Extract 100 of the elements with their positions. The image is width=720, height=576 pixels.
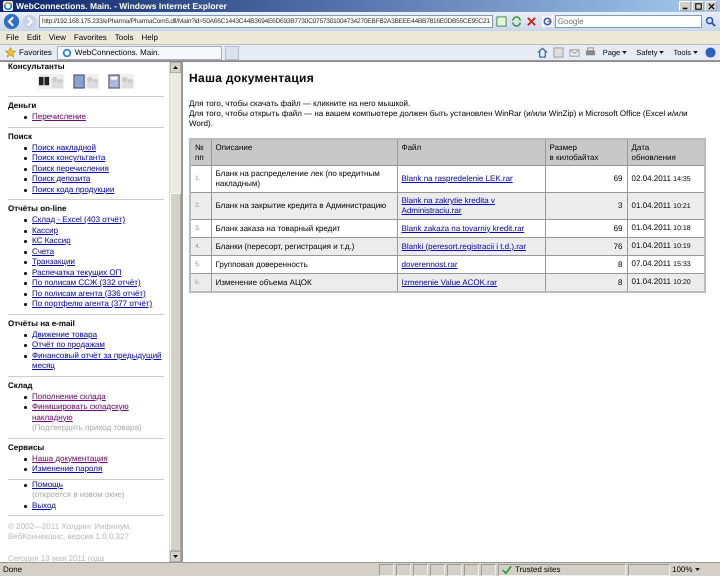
status-panel [413,564,428,576]
bullet-icon [24,344,27,347]
bullet-icon [24,334,27,336]
close-button[interactable] [705,1,717,11]
zoom-button[interactable]: 100% [672,565,717,574]
sidebar-link[interactable]: Финишировать складскую накладную [32,402,164,423]
close-icon [708,2,714,10]
sidebar-link[interactable]: Поиск консультанта [32,153,106,164]
bullet-icon [24,396,27,398]
sidebar-link[interactable]: Перечисление [32,112,86,122]
sidebar-link[interactable]: Наша документация [32,454,108,464]
calculator-people-icon[interactable] [108,74,134,89]
description-cell: Бланки (пересорт, регистрация и т.д.) [211,238,397,256]
size-cell: 3 [545,192,627,220]
sidebar-link[interactable]: По портфелю агента (377 отчёт) [32,299,152,310]
menu-item[interactable]: View [44,33,70,42]
compatibility-button[interactable] [494,15,508,28]
menu-item[interactable]: Help [137,33,162,42]
sidebar-link[interactable]: Финансовый отчёт за предыдущий месяц [32,350,164,372]
column-header: Файл [397,139,545,166]
scrollbar[interactable] [169,62,181,562]
status-panel [430,564,445,576]
instruction-text: Для того, чтобы скачать файл — кликните на него мышкой. [189,99,412,109]
sidebar-link[interactable]: По полисам агента (336 отчёт) [32,288,146,299]
menu-item[interactable]: Tools [110,33,138,42]
sidebar-link[interactable]: Транзакции [32,257,75,268]
description-cell: Бланк на закрытие кредита в Администрацию [211,192,397,220]
bullet-icon [24,250,27,254]
status-panel [396,564,411,576]
bullet-icon [24,282,27,285]
home-icon [536,47,548,58]
sidebar-link[interactable]: Счета [32,246,54,257]
close-icon [526,16,537,27]
section-heading: Консультанты [8,62,66,71]
section-heading: Деньги [8,101,38,110]
link-note: (откроется в новом окне) [32,490,124,500]
sidebar-link[interactable]: Поиск накладной [32,142,96,153]
sidebar-link[interactable]: Поиск депозита [32,174,90,184]
bullet-icon [24,230,27,232]
bullet-icon [24,406,27,409]
sidebar-link[interactable]: Поиск кода продукции [32,184,114,195]
sidebar-link[interactable]: Пополнение склада [32,392,106,402]
sidebar-link[interactable]: Движение товара [32,330,98,340]
bullet-icon [24,188,27,192]
menu-item[interactable]: Favorites [70,33,111,42]
menu-item[interactable]: File [2,33,23,42]
sidebar-link[interactable]: Изменение пароля [32,464,102,474]
scroll-down-icon[interactable] [170,551,181,562]
caret-icon [659,51,664,54]
bullet-icon [24,303,27,306]
back-button[interactable] [3,13,20,30]
star-icon [5,47,16,58]
checkmark-icon [502,564,512,574]
bullet-icon [24,468,27,471]
status-panel [481,564,496,576]
page-icon [496,16,507,27]
status-panel [447,564,462,576]
sidebar-link[interactable]: Отчёт по продажам [32,340,105,350]
status-panel [628,564,670,576]
section-heading: Склад [8,380,34,390]
sidebar-link[interactable]: Склад - Excel (403 отчёт) [32,215,126,226]
sidebar-link[interactable]: Помощь [32,480,63,490]
status-text: Done [3,565,24,574]
bullet-icon [24,168,27,170]
favorites-button[interactable]: Favorites [3,47,54,58]
maximize-button[interactable] [692,1,704,11]
menu-item[interactable]: Edit [22,33,45,42]
caret-icon [622,51,628,54]
browser-tab[interactable]: WebConnections. Main. [56,46,222,60]
security-zone: Trusted sites [498,564,626,576]
sidebar-link[interactable]: КС Кассир [32,236,71,246]
bullet-icon [24,116,27,119]
search-provider-icon [542,16,553,27]
maximize-icon [694,2,702,10]
page-title: Наша документация [189,71,316,85]
sidebar-link[interactable]: Поиск перечисления [32,164,109,174]
bullet-icon [24,146,27,150]
caret-icon [695,568,700,571]
search-field[interactable]: Google [554,15,702,28]
link-note: (Подтвердить приход товара) [32,423,142,434]
sidebar-link[interactable]: Кассир [32,226,58,236]
bullet-icon [24,178,27,181]
sidebar-link[interactable]: Выход [32,500,56,511]
sidebar-link[interactable]: Распечатка текущих ОП [32,268,122,278]
instruction-text: Для того, чтобы открыть файл — на вашем компьютере должен быть установлен WinRar (и/или WinZip) и Microsoft Office (Excel и/или Word). [189,109,689,129]
search-button[interactable] [704,15,717,28]
document-people-icon[interactable] [73,74,99,89]
browser-logo-icon [62,48,72,58]
column-header: № пп [190,139,211,166]
minimize-button[interactable] [679,1,691,11]
binoculars-people-icon[interactable] [38,74,64,89]
column-header: Дата обновления [627,139,705,166]
stop-button[interactable] [524,15,538,28]
bullet-icon [24,458,27,460]
refresh-button[interactable] [510,15,523,28]
sidebar-link[interactable]: По полисам ССЖ (332 отчёт) [32,278,141,288]
bullet-icon [24,272,27,274]
copyright-text: © 2002—2011 Холдинг Инфинум. ВебКоннекшнс, версия 1.0.0.327 [8,522,132,542]
home-button[interactable] [536,46,549,59]
scroll-up-icon[interactable] [170,62,181,73]
